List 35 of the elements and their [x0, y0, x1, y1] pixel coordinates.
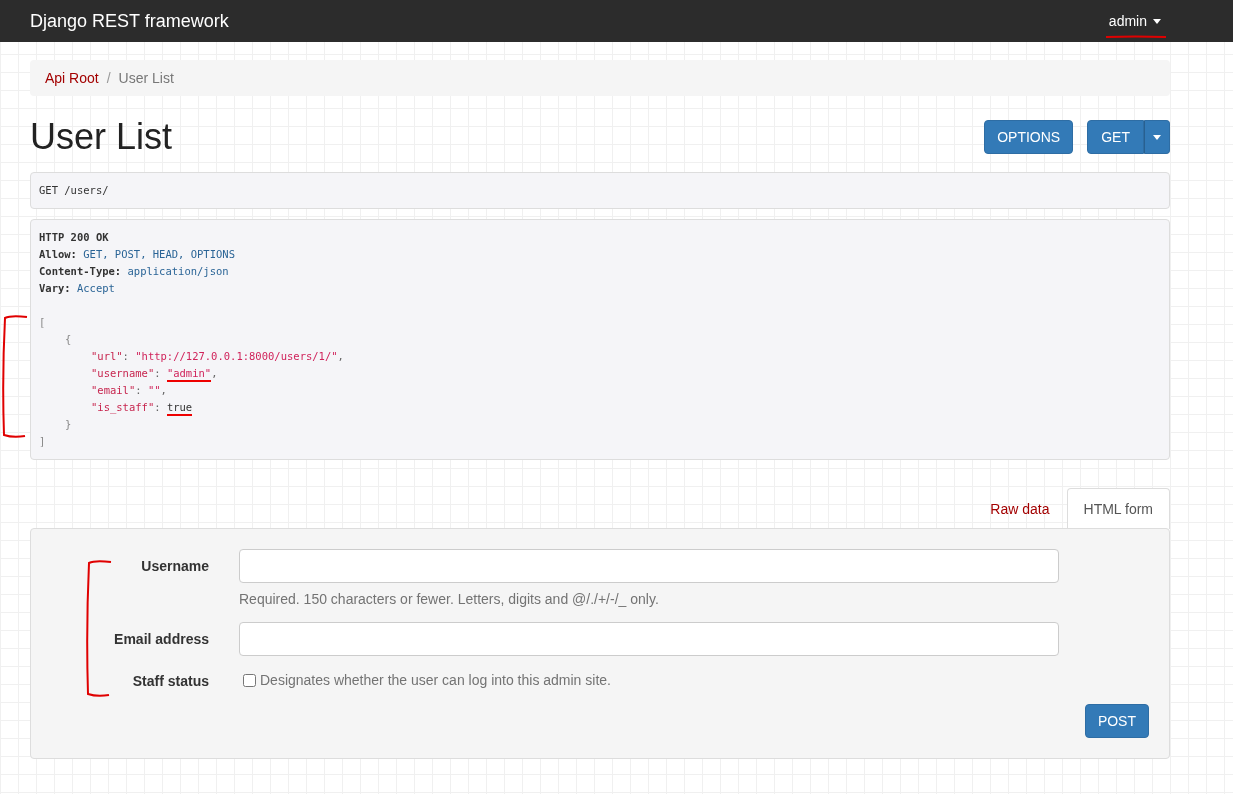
- dropdown-toggle[interactable]: [1144, 120, 1170, 154]
- caret-icon: [1153, 134, 1161, 140]
- form-tab[interactable]: Raw data: [973, 488, 1067, 529]
- request-line: GET /users/: [39, 183, 110, 198]
- caret-icon: [1153, 18, 1161, 24]
- code-line: }: [65, 417, 73, 432]
- code-line: "is_staff": true: [91, 399, 1161, 416]
- user-menu[interactable]: admin: [1108, 13, 1161, 29]
- breadcrumb-link[interactable]: User List: [118, 70, 174, 86]
- code-line: [: [39, 315, 47, 330]
- checkbox[interactable]: [243, 673, 256, 687]
- page-title: User List: [30, 116, 173, 158]
- code-line: {: [65, 332, 73, 347]
- field-label: Staff status: [131, 672, 209, 689]
- code-line: "email": "",: [91, 383, 168, 398]
- help-text: Required. 150 characters or fewer. Letters, digits and @/./+/-/_ only.: [239, 591, 660, 607]
- code-line: ]: [39, 434, 47, 449]
- input-field[interactable]: [239, 549, 1059, 583]
- breadcrumb-link[interactable]: Api Root: [45, 70, 99, 86]
- header-line: Content-Type: application/json: [39, 264, 230, 279]
- get-button[interactable]: GET: [1087, 120, 1144, 154]
- code-line: "username": "admin",: [91, 365, 1161, 382]
- header-line: Allow: GET, POST, HEAD, OPTIONS: [39, 247, 236, 262]
- help-text: Designates whether the user can log into this admin site.: [260, 672, 611, 688]
- post-button[interactable]: POST: [1084, 704, 1149, 738]
- field-label: Username: [140, 557, 209, 576]
- code-line: "url": "http://127.0.0.1:8000/users/1/",: [91, 349, 345, 364]
- options-button[interactable]: OPTIONS: [984, 120, 1074, 154]
- form-tab[interactable]: HTML form: [1066, 488, 1170, 529]
- brand-title: Django REST framework: [30, 10, 229, 32]
- field-label: Email address: [113, 630, 209, 649]
- status-line: HTTP 200 OK: [39, 230, 110, 245]
- breadcrumb-separator: /: [106, 70, 111, 86]
- header-line: Vary: Accept: [39, 281, 116, 296]
- input-field[interactable]: [239, 622, 1059, 656]
